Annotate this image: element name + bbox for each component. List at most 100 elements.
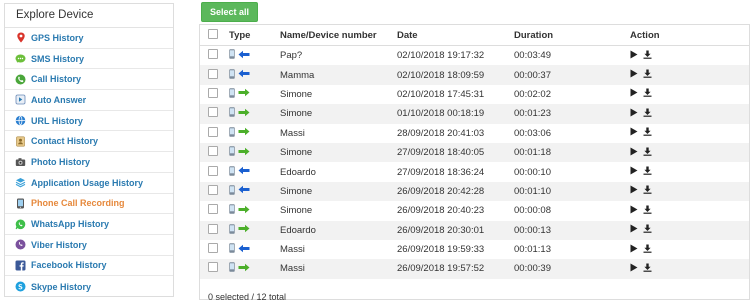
download-icon[interactable] [643,185,652,197]
play-icon[interactable] [630,244,638,256]
download-icon[interactable] [643,166,652,178]
sidebar-item-sms-history[interactable]: SMS History [5,49,173,70]
table-row: Massi 26/09/2018 19:59:33 00:01:13 [200,240,749,259]
row-name: Pap? [280,50,303,62]
row-duration: 00:01:13 [514,244,551,256]
row-checkbox[interactable] [208,146,218,157]
sidebar-item-label: WhatsApp History [31,219,110,230]
play-icon[interactable] [630,205,638,217]
phone-icon [229,262,238,275]
row-duration: 00:00:10 [514,166,551,178]
sidebar-item-auto-answer[interactable]: Auto Answer [5,90,173,111]
outgoing-arrow-icon [238,147,250,159]
row-type [229,224,280,237]
download-icon[interactable] [643,69,652,81]
row-checkbox[interactable] [208,204,218,215]
download-icon[interactable] [643,108,652,120]
sidebar-item-viber-history[interactable]: Viber History [5,235,173,256]
row-actions [630,205,745,217]
row-checkbox[interactable] [208,126,218,137]
incoming-arrow-icon [238,244,250,256]
row-type [229,185,280,198]
row-duration: 00:00:39 [514,263,551,275]
selection-status: 0 selected / 12 total [208,292,287,302]
play-icon[interactable] [630,108,638,120]
row-checkbox[interactable] [208,184,218,195]
header-action: Action [630,29,660,41]
row-checkbox[interactable] [208,243,218,254]
row-duration: 00:00:08 [514,205,551,217]
play-icon[interactable] [630,185,638,197]
row-checkbox[interactable] [208,262,218,273]
download-icon[interactable] [643,147,652,159]
sidebar-item-whatsapp-history[interactable]: WhatsApp History [5,214,173,235]
download-icon[interactable] [643,50,652,62]
play-icon[interactable] [630,147,638,159]
sidebar-item-label: Facebook History [31,260,107,271]
sidebar-item-skype-history[interactable]: Skype History [5,276,173,297]
sidebar-item-url-history[interactable]: URL History [5,111,173,132]
sidebar-item-application-usage-history[interactable]: Application Usage History [5,173,173,194]
skype-icon [15,281,26,292]
table-row: Simone 26/09/2018 20:42:28 00:01:10 [200,181,749,202]
row-checkbox[interactable] [208,49,218,60]
contact-book-icon [15,136,26,147]
row-checkbox[interactable] [208,87,218,98]
sidebar-item-call-history[interactable]: Call History [5,69,173,91]
row-checkbox-cell [200,49,229,62]
row-actions [630,127,745,139]
row-actions [630,88,745,100]
row-name: Edoardo [280,224,316,236]
play-icon[interactable] [630,69,638,81]
play-icon[interactable] [630,263,638,275]
row-checkbox[interactable] [208,165,218,176]
phone-icon [229,165,238,179]
play-icon[interactable] [630,50,638,62]
sidebar-item-photo-history[interactable]: Photo History [5,152,173,173]
download-icon[interactable] [643,127,652,139]
table-row: Massi 26/09/2018 19:57:52 00:00:39 [200,259,749,279]
sms-icon [15,53,26,64]
row-actions [630,69,745,81]
download-icon[interactable] [643,224,652,236]
phone-icon [229,88,238,101]
play-icon[interactable] [630,166,638,178]
row-type [229,68,280,82]
play-icon[interactable] [630,224,638,236]
row-type [229,88,280,101]
sidebar-title: Explore Device [5,4,173,28]
sidebar-item-contact-history[interactable]: Contact History [5,131,173,153]
row-type [229,262,280,275]
row-checkbox[interactable] [208,223,218,234]
download-icon[interactable] [643,263,652,275]
download-icon[interactable] [643,205,652,217]
row-actions [630,244,745,256]
auto-answer-icon [15,94,26,105]
row-duration: 00:01:18 [514,147,551,159]
table-row: Mamma 02/10/2018 18:09:59 00:00:37 [200,65,749,85]
row-checkbox[interactable] [208,107,218,118]
download-icon[interactable] [643,244,652,256]
row-checkbox-cell [200,204,229,217]
download-icon[interactable] [643,88,652,100]
outgoing-arrow-icon [238,88,250,100]
row-actions [630,147,745,159]
row-checkbox[interactable] [208,68,218,79]
row-checkbox-cell [200,165,229,179]
table-row: Simone 26/09/2018 20:40:23 00:00:08 [200,201,749,220]
row-date: 02/10/2018 19:17:32 [397,50,485,62]
sidebar-item-phone-call-recording[interactable]: Phone Call Recording [5,194,173,215]
select-all-button[interactable]: Select all [201,2,259,22]
play-icon[interactable] [630,127,638,139]
sidebar-item-label: Photo History [31,156,91,167]
sidebar-item-gps-history[interactable]: GPS History [5,28,173,49]
phone-icon [229,127,238,140]
row-type [229,146,280,159]
sidebar-item-facebook-history[interactable]: Facebook History [5,256,173,277]
sidebar-item-label: Viber History [31,239,87,250]
row-name: Simone [280,108,313,120]
play-icon[interactable] [630,88,638,100]
table-row: Simone 01/10/2018 00:18:19 00:01:23 [200,104,749,124]
select-all-checkbox[interactable] [208,28,218,39]
phone-call-icon [15,74,26,85]
